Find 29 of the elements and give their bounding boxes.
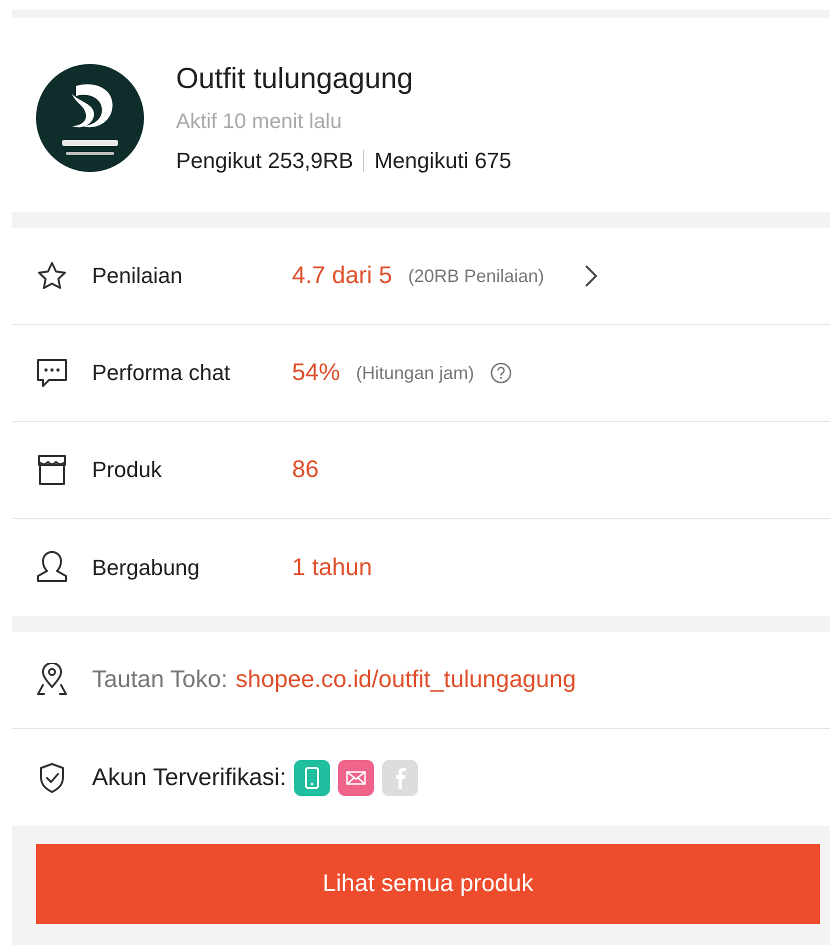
store-icon	[35, 453, 69, 487]
stat-value: 4.7 dari 5	[292, 262, 392, 290]
chat-icon	[35, 357, 69, 389]
help-icon[interactable]	[490, 362, 512, 384]
followers-count: Pengikut 253,9RB	[176, 148, 354, 174]
phone-icon	[305, 766, 320, 788]
view-all-products-button[interactable]: Lihat semua produk	[36, 844, 820, 924]
stat-note: (Hitungan jam)	[356, 362, 474, 384]
stat-note: (20RB Penilaian)	[408, 266, 544, 286]
shield-check-icon	[37, 762, 67, 794]
facebook-icon	[394, 766, 406, 788]
stat-label: Performa chat	[92, 360, 232, 386]
shop-name: Outfit tulungagung	[176, 62, 414, 96]
envelope-icon	[346, 770, 366, 784]
stat-label: Produk	[92, 457, 163, 483]
store-link-label: Tautan Toko:	[92, 666, 228, 694]
verified-label: Akun Terverifikasi:	[92, 764, 286, 792]
stat-value: 54%	[292, 359, 340, 387]
person-icon	[35, 550, 69, 584]
location-pin-icon	[35, 663, 69, 697]
stat-label: Bergabung	[92, 554, 201, 580]
stat-value: 86	[292, 456, 319, 484]
chevron-right-icon[interactable]	[584, 264, 598, 288]
stat-value: 1 tahun	[292, 554, 372, 582]
stat-label: Penilaian	[92, 263, 184, 289]
star-icon	[36, 260, 68, 292]
following-count: Mengikuti 675	[374, 148, 512, 174]
active-status: Aktif 10 menit lalu	[176, 110, 343, 134]
store-link[interactable]: shopee.co.id/outfit_tulungagung	[236, 666, 576, 694]
